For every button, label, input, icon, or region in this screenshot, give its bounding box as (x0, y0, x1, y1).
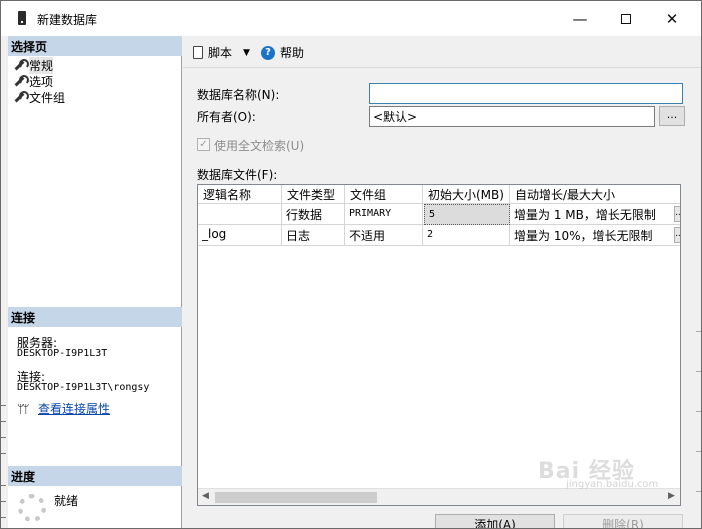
add-button[interactable]: 添加(A) (435, 514, 555, 528)
scroll-left-icon[interactable]: ◀ (202, 491, 209, 501)
maximize-icon (621, 13, 631, 24)
filegroup-cell[interactable]: PRIMARY (345, 204, 423, 225)
column-header[interactable]: 文件类型 (282, 185, 345, 204)
fulltext-label: 使用全文检索(U) (214, 139, 305, 153)
filegroup-cell[interactable]: 不适用 (345, 225, 423, 246)
help-icon: ? (261, 45, 275, 60)
autogrowth-cell[interactable]: 增量为 1 MB，增长无限制 (510, 204, 674, 225)
edge-mark (696, 331, 701, 332)
file-type-cell[interactable]: 日志 (282, 225, 345, 246)
horizontal-scrollbar[interactable]: ◀ ▶ (198, 488, 680, 505)
edge-mark (696, 411, 701, 412)
gutter-mark (1, 501, 6, 505)
new-database-dialog: 新建数据库 — ✕ 选择页 常规 选项 文件组 连接 服务器: DESKTOP-… (0, 0, 702, 529)
script-icon (193, 46, 203, 59)
close-icon: ✕ (665, 9, 679, 28)
file-type-cell[interactable]: 行数据 (282, 204, 345, 225)
column-header[interactable]: 文件组 (345, 185, 423, 204)
page-item-general[interactable]: 常规 (13, 56, 54, 74)
page-label: 文件组 (29, 90, 66, 105)
owner-browse-button[interactable]: ... (659, 106, 685, 126)
table-row[interactable]: 行数据 PRIMARY 5 增量为 1 MB，增长无限制 ... (198, 204, 680, 225)
close-button[interactable]: ✕ (649, 1, 695, 36)
column-header[interactable]: 逻辑名称 (198, 185, 282, 204)
page-item-options[interactable]: 选项 (13, 73, 53, 89)
select-page-header: 选择页 (8, 36, 182, 56)
wrench-icon (13, 91, 29, 103)
script-button[interactable]: 脚本 ▼ (193, 44, 250, 61)
scroll-right-icon[interactable]: ▶ (668, 491, 675, 501)
left-pane: 选择页 常规 选项 文件组 连接 服务器: DESKTOP-I9P1L3T 连接… (8, 36, 182, 528)
right-edge-marks (692, 331, 701, 528)
autogrowth-cell[interactable]: 增量为 10%，增长无限制 (510, 225, 674, 246)
column-header[interactable]: 初始大小(MB) (423, 185, 510, 204)
watermark-url: jingyan.baidu.com (566, 479, 659, 490)
owner-input[interactable]: <默认> (369, 106, 655, 127)
progress-status: 就绪 (54, 494, 79, 508)
maximize-button[interactable] (603, 1, 649, 36)
gutter-mark (1, 517, 6, 521)
table-row[interactable]: _log 日志 不适用 2 增量为 10%，增长无限制 ... (198, 225, 680, 246)
db-name-input[interactable] (369, 83, 683, 104)
minimize-icon: — (572, 9, 588, 28)
db-files-label: 数据库文件(F): (197, 168, 278, 182)
page-label: 选项 (29, 74, 54, 89)
help-label: 帮助 (280, 46, 305, 60)
initial-size-cell[interactable]: 5 (424, 204, 510, 225)
edge-mark (696, 491, 701, 492)
remove-button[interactable]: 删除(R) (563, 514, 683, 528)
connection-value: DESKTOP-I9P1L3T\rongsy (17, 382, 150, 393)
column-header[interactable]: 自动增长/最大大小 (510, 185, 680, 204)
gutter-mark (1, 405, 6, 409)
progress-spinner-icon (18, 494, 46, 522)
logical-name-cell[interactable]: _log (198, 225, 282, 246)
window-title: 新建数据库 (37, 13, 98, 27)
fulltext-checkbox[interactable]: ✓ (197, 138, 210, 151)
chevron-down-icon[interactable]: ▼ (243, 48, 250, 58)
app-icon (18, 11, 26, 25)
edge-mark (696, 451, 701, 452)
edge-mark (696, 371, 701, 372)
view-connection-properties-link[interactable]: 查看连接属性 (38, 400, 110, 417)
progress-header: 进度 (8, 466, 182, 486)
page-item-filegroups[interactable]: 文件组 (13, 89, 65, 105)
owner-label: 所有者(O): (197, 110, 256, 124)
toolbar: 脚本 ▼ ? 帮助 (183, 36, 701, 68)
wrench-icon (13, 59, 29, 71)
title-bar: 新建数据库 — ✕ (1, 1, 701, 36)
gutter-mark (1, 485, 6, 489)
server-value: DESKTOP-I9P1L3T (17, 348, 108, 359)
wrench-icon (13, 75, 29, 87)
grid-header: 逻辑名称 文件类型 文件组 初始大小(MB) 自动增长/最大大小 (198, 185, 680, 204)
minimize-button[interactable]: — (557, 1, 603, 36)
initial-size-cell[interactable]: 2 (423, 225, 510, 246)
db-name-label: 数据库名称(N): (197, 88, 280, 102)
autogrowth-browse-button[interactable]: ... (674, 206, 680, 222)
autogrowth-browse-button[interactable]: ... (674, 227, 680, 243)
scrollbar-thumb[interactable] (215, 492, 377, 503)
gutter-mark (1, 453, 6, 457)
script-label: 脚本 (208, 46, 233, 60)
page-label: 常规 (29, 56, 54, 74)
gutter-mark (1, 421, 6, 425)
help-button[interactable]: ? 帮助 (261, 44, 304, 61)
connection-properties-icon: ᛘᛘ (17, 402, 29, 416)
connection-header: 连接 (8, 307, 182, 327)
logical-name-cell[interactable] (198, 204, 282, 225)
gutter-mark (1, 437, 6, 441)
